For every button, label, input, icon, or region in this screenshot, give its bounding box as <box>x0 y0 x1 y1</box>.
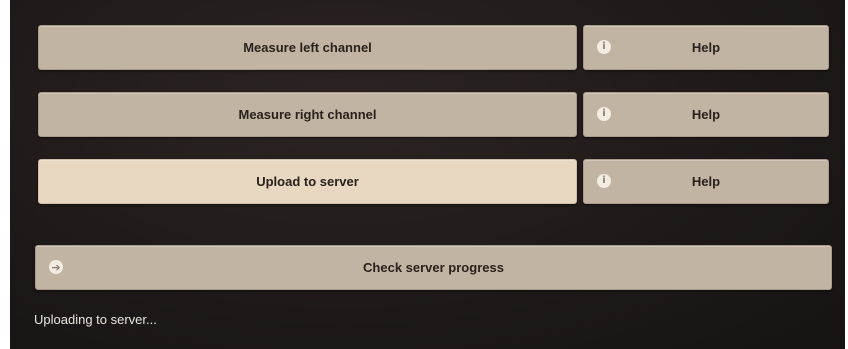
measure-left-channel-label: Measure left channel <box>243 40 372 55</box>
help-label: Help <box>691 107 721 122</box>
info-icon: i <box>597 174 611 188</box>
measure-right-channel-label: Measure right channel <box>238 107 377 122</box>
upload-to-server-label: Upload to server <box>256 174 359 189</box>
help-label: Help <box>691 40 721 55</box>
measure-right-channel-button[interactable]: Measure right channel <box>38 92 577 137</box>
check-server-progress-button[interactable]: ➔ Check server progress <box>35 245 832 290</box>
measure-left-channel-button[interactable]: Measure left channel <box>38 25 577 70</box>
help-button-upload[interactable]: i Help <box>583 159 829 204</box>
check-server-progress-label: Check server progress <box>363 260 504 275</box>
upload-to-server-button[interactable]: Upload to server <box>38 159 577 204</box>
status-text: Uploading to server... <box>34 312 157 327</box>
info-icon: i <box>597 107 611 121</box>
help-button-right-channel[interactable]: i Help <box>583 92 829 137</box>
audio-measurement-panel: Measure left channel i Help Measure righ… <box>10 0 845 349</box>
help-button-left-channel[interactable]: i Help <box>583 25 829 70</box>
help-label: Help <box>691 174 721 189</box>
info-icon: i <box>597 40 611 54</box>
arrow-right-icon: ➔ <box>49 260 63 274</box>
